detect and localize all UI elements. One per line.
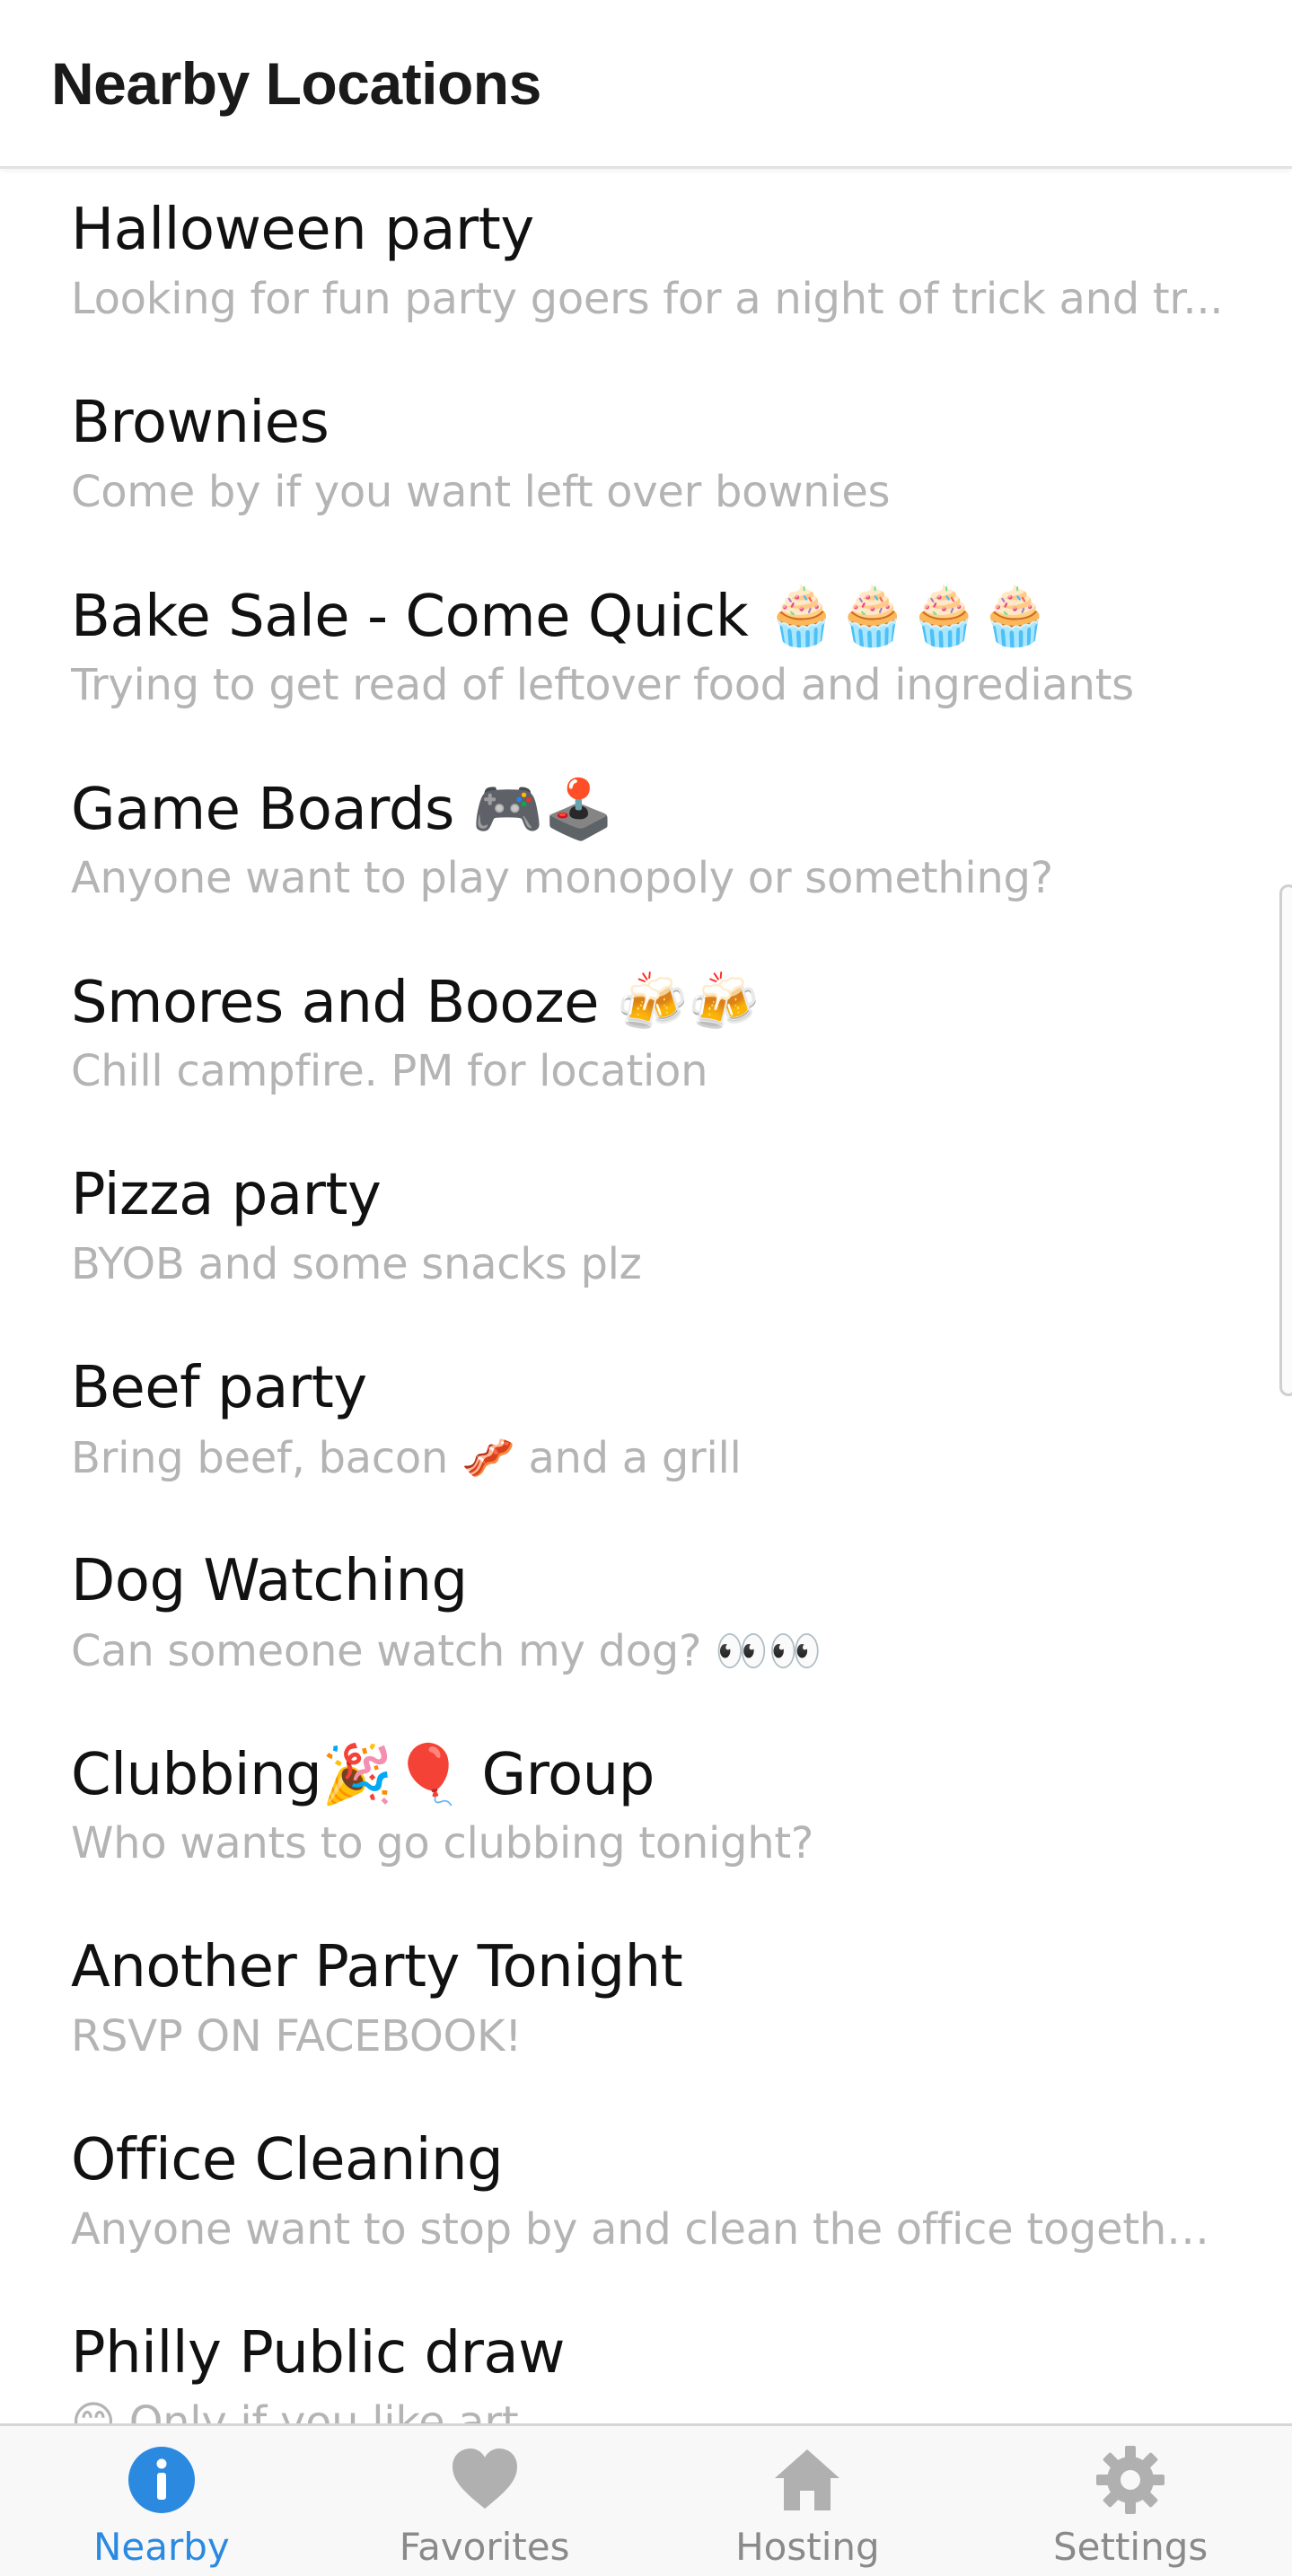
location-subtitle: Trying to get read of leftover food and … xyxy=(71,660,1134,710)
location-title: Clubbing🎉🎈 Group xyxy=(71,1742,655,1808)
location-title: Halloween party xyxy=(71,197,534,263)
location-subtitle: Bring beef, bacon 🥓 and a grill xyxy=(71,1433,742,1483)
home-icon xyxy=(769,2442,845,2518)
tab-hosting[interactable]: Hosting xyxy=(646,2426,970,2576)
location-subtitle: Who wants to go clubbing tonight? xyxy=(71,1818,814,1868)
location-subtitle: BYOB and some snacks plz xyxy=(71,1239,642,1289)
heart-icon xyxy=(447,2442,523,2518)
location-subtitle: Anyone want to stop by and clean the off… xyxy=(71,2204,1229,2255)
tab-favorites[interactable]: Favorites xyxy=(323,2426,646,2576)
tab-label: Hosting xyxy=(735,2525,880,2569)
location-item-philly-public-draw[interactable]: Philly Public draw 😊 Only if you like ar… xyxy=(0,2295,1292,2423)
scrollbar-handle[interactable] xyxy=(1279,884,1292,1396)
location-item-bake-sale[interactable]: Bake Sale - Come Quick 🧁🧁🧁🧁 Trying to ge… xyxy=(0,558,1292,751)
location-title: Bake Sale - Come Quick 🧁🧁🧁🧁 xyxy=(71,584,1050,650)
location-title: Pizza party xyxy=(71,1162,382,1228)
bottom-tab-bar: Nearby Favorites Hosting Settings xyxy=(0,2423,1292,2576)
location-item-halloween-party[interactable]: Halloween party Looking for fun party go… xyxy=(0,171,1292,365)
location-title: Smores and Booze 🍻🍻 xyxy=(71,970,760,1036)
location-subtitle: Looking for fun party goers for a night … xyxy=(71,274,1224,324)
location-subtitle: Chill campfire. PM for location xyxy=(71,1046,708,1096)
location-item-another-party-tonight[interactable]: Another Party Tonight RSVP ON FACEBOOK! xyxy=(0,1909,1292,2102)
location-title: Philly Public draw xyxy=(71,2320,565,2387)
location-title: Office Cleaning xyxy=(71,2127,504,2194)
location-item-game-boards[interactable]: Game Boards 🎮🕹️ Anyone want to play mono… xyxy=(0,751,1292,944)
locations-list: Halloween party Looking for fun party go… xyxy=(0,171,1292,2423)
app-header: Nearby Locations xyxy=(0,0,1292,169)
location-subtitle: Come by if you want left over bownies xyxy=(71,467,891,517)
location-item-dog-watching[interactable]: Dog Watching Can someone watch my dog? 👀… xyxy=(0,1523,1292,1716)
location-subtitle: Can someone watch my dog? 👀👀 xyxy=(71,1626,822,1676)
location-title: Dog Watching xyxy=(71,1548,468,1614)
location-title: Game Boards 🎮🕹️ xyxy=(71,777,615,843)
location-item-clubbing-group[interactable]: Clubbing🎉🎈 Group Who wants to go clubbin… xyxy=(0,1716,1292,1909)
location-item-brownies[interactable]: Brownies Come by if you want left over b… xyxy=(0,365,1292,558)
location-title: Beef party xyxy=(71,1355,367,1421)
location-subtitle: Anyone want to play monopoly or somethin… xyxy=(71,853,1053,903)
locations-list-viewport[interactable]: Halloween party Looking for fun party go… xyxy=(0,171,1292,2423)
tab-label: Favorites xyxy=(399,2525,570,2569)
tab-settings[interactable]: Settings xyxy=(969,2426,1292,2576)
location-item-beef-party[interactable]: Beef party Bring beef, bacon 🥓 and a gri… xyxy=(0,1330,1292,1523)
tab-label: Nearby xyxy=(92,2525,230,2569)
location-item-smores-and-booze[interactable]: Smores and Booze 🍻🍻 Chill campfire. PM f… xyxy=(0,944,1292,1137)
location-subtitle: RSVP ON FACEBOOK! xyxy=(71,2011,523,2062)
app-screen: Nearby Locations Halloween party Looking… xyxy=(0,0,1292,2576)
location-title: Brownies xyxy=(71,390,330,456)
page-title: Nearby Locations xyxy=(51,50,541,117)
info-icon xyxy=(124,2442,199,2518)
tab-nearby[interactable]: Nearby xyxy=(0,2426,323,2576)
gear-icon xyxy=(1093,2442,1168,2518)
location-item-pizza-party[interactable]: Pizza party BYOB and some snacks plz xyxy=(0,1137,1292,1330)
location-title: Another Party Tonight xyxy=(71,1934,683,2000)
location-item-office-cleaning[interactable]: Office Cleaning Anyone want to stop by a… xyxy=(0,2102,1292,2295)
location-subtitle: 😊 Only if you like art xyxy=(71,2397,519,2423)
tab-label: Settings xyxy=(1052,2525,1209,2569)
